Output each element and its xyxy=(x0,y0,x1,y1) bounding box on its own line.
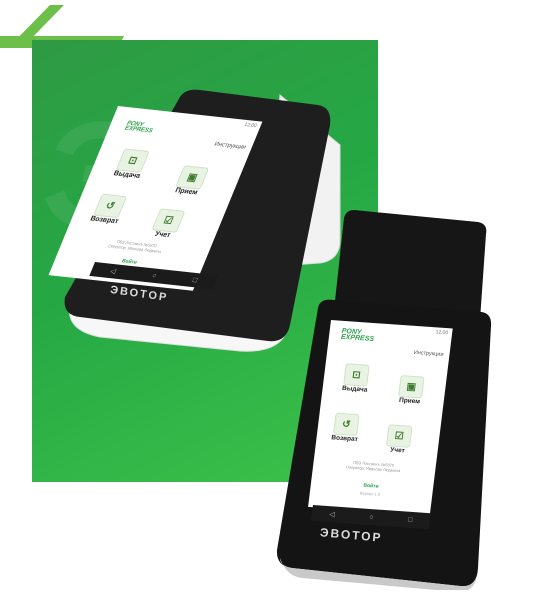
tile-label: Выдача xyxy=(112,170,142,180)
tile-label: Возврат xyxy=(89,215,120,226)
return-box-icon: ↺ xyxy=(93,193,128,219)
tile-label: Прием xyxy=(173,187,199,197)
instructions-link[interactable]: Инструкции xyxy=(413,350,443,358)
package-hand-icon: ⊡ xyxy=(343,363,370,387)
tile-label: Выдача xyxy=(341,384,368,394)
scan-box-icon: ▣ xyxy=(398,374,425,399)
status-bar: 12:00 xyxy=(435,329,449,337)
tile-receive[interactable]: ▣ Прием xyxy=(387,374,434,406)
scan-box-icon: ▣ xyxy=(175,165,210,190)
tile-return[interactable]: ↺ Возврат xyxy=(81,193,137,227)
product-illustration: ЭВ 12:00 PONYEXPRESS Инструкции ⊡ Выдача… xyxy=(0,0,539,613)
checklist-icon: ☑ xyxy=(385,424,413,448)
handheld-terminal-screen: 12:00 PONY EXPRESS Инструкции ⊡ Выдача ▣ … xyxy=(308,320,453,516)
pony-express-logo: PONY EXPRESS xyxy=(123,120,154,135)
return-box-icon: ↺ xyxy=(333,412,360,437)
pickup-point-info: ПВЗ Лостаенъ №5870 Оператор: Иванова Людм… xyxy=(345,459,401,474)
tile-return[interactable]: ↺ Возврат xyxy=(322,412,369,444)
home-nav-icon[interactable]: ○ xyxy=(151,272,158,279)
pony-express-logo: PONY EXPRESS xyxy=(340,327,375,344)
back-nav-icon[interactable]: ◁ xyxy=(329,510,335,518)
tile-issue[interactable]: ⊡ Выдача xyxy=(103,147,159,181)
home-nav-icon[interactable]: ○ xyxy=(369,513,374,520)
tile-issue[interactable]: ⊡ Выдача xyxy=(332,362,379,394)
recent-nav-icon[interactable]: □ xyxy=(408,516,413,523)
instructions-link[interactable]: Инструкции xyxy=(213,142,247,151)
tile-accounting[interactable]: ☑ Учет xyxy=(139,207,195,241)
back-nav-icon[interactable]: ◁ xyxy=(109,267,117,276)
tile-label: Учет xyxy=(389,446,406,455)
tile-label: Возврат xyxy=(330,434,359,444)
tile-accounting[interactable]: ☑ Учет xyxy=(375,424,422,456)
tile-label: Учет xyxy=(153,230,172,240)
recent-nav-icon[interactable]: □ xyxy=(192,276,199,283)
tile-receive[interactable]: ▣ Прием xyxy=(163,164,219,198)
package-hand-icon: ⊡ xyxy=(115,148,150,173)
checklist-icon: ☑ xyxy=(151,208,186,233)
status-bar: 12:00 xyxy=(243,121,258,130)
tile-label: Прием xyxy=(398,396,421,406)
